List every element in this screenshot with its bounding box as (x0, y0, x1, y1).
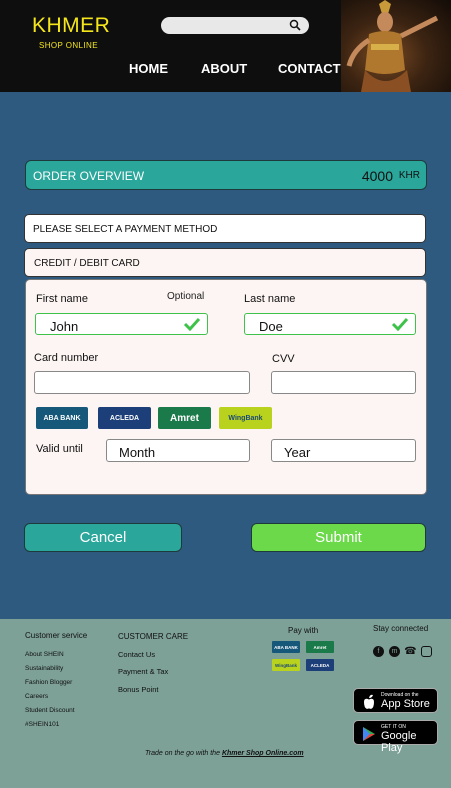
search-icon[interactable] (289, 19, 301, 31)
check-icon (183, 317, 201, 331)
nav-about[interactable]: ABOUT (201, 61, 247, 76)
amret-mini-logo: Amret (306, 641, 334, 653)
footer-tagline: Trade on the go with the Khmer Shop Onli… (145, 750, 304, 757)
instagram-icon[interactable] (421, 646, 432, 657)
google-play-badge[interactable]: GET IT ON Google Play (353, 720, 438, 754)
google-play-big-text: Google Play (381, 730, 417, 754)
order-overview: ORDER OVERVIEW 4000 KHR (25, 160, 427, 190)
footer-link[interactable]: Bonus Point (118, 685, 158, 694)
google-play-icon (363, 727, 375, 741)
cvv-field[interactable] (271, 371, 416, 394)
first-name-value: John (50, 319, 79, 334)
header: KHMER SHOP ONLINE HOME ABOUT CONTACT (0, 0, 451, 92)
aba-bank-mini-logo: ABA BANK (272, 641, 300, 653)
card-method-option[interactable]: CREDIT / DEBIT CARD (24, 248, 426, 277)
footer: Customer service About SHEIN Sustainabil… (0, 619, 451, 788)
viber-icon[interactable]: ☎ (404, 646, 416, 657)
footer-link[interactable]: About SHEIN (25, 651, 64, 658)
footer-link[interactable]: Fashion Blogger (25, 679, 72, 686)
wing-mini-logo: WingBank (272, 659, 300, 671)
month-select[interactable]: Month (106, 439, 250, 462)
amret-bank-logo[interactable]: Amret (158, 407, 211, 429)
cvv-label: CVV (272, 353, 295, 365)
last-name-value: Doe (259, 319, 283, 334)
check-icon (391, 317, 409, 331)
card-form: First name Optional Last name John Doe C… (25, 279, 427, 495)
logo-subtitle: SHOP ONLINE (39, 41, 98, 50)
search-input[interactable] (161, 17, 309, 34)
footer-link[interactable]: Sustainability (25, 665, 63, 672)
pay-with-heading: Pay with (288, 626, 319, 635)
logo-title[interactable]: KHMER (32, 14, 110, 38)
stay-connected-heading: Stay connected (373, 624, 429, 633)
apple-icon (364, 694, 374, 709)
tagline-brand-link[interactable]: Khmer Shop Online.com (222, 750, 304, 757)
footer-link[interactable]: Careers (25, 693, 48, 700)
first-name-label: First name (36, 293, 88, 305)
month-value: Month (119, 445, 156, 460)
facebook-icon[interactable]: f (373, 646, 384, 657)
payment-method-prompt: PLEASE SELECT A PAYMENT METHOD (33, 224, 218, 235)
wing-bank-logo[interactable]: WingBank (219, 407, 272, 429)
order-currency: KHR (398, 170, 420, 181)
messenger-icon[interactable]: m (389, 646, 400, 657)
app-store-badge[interactable]: Download on the App Store (353, 688, 438, 713)
acleda-mini-logo: ACLEDA (306, 659, 334, 671)
last-name-label: Last name (244, 293, 296, 305)
footer-link[interactable]: Payment & Tax (118, 667, 168, 676)
app-store-big-text: App Store (381, 698, 430, 710)
acleda-bank-logo[interactable]: ACLEDA (98, 407, 151, 429)
last-name-field[interactable]: Doe (244, 313, 416, 335)
order-overview-label: ORDER OVERVIEW (33, 169, 145, 183)
submit-button[interactable]: Submit (251, 523, 426, 552)
card-method-label: CREDIT / DEBIT CARD (34, 258, 140, 269)
apsara-dancer-image (341, 0, 451, 92)
first-name-field[interactable]: John (35, 313, 208, 335)
nav-home[interactable]: HOME (129, 61, 168, 76)
footer-link[interactable]: #SHEIN101 (25, 721, 59, 728)
footer-link[interactable]: Student Discount (25, 707, 75, 714)
customer-care-heading: CUSTOMER CARE (118, 632, 189, 641)
card-number-field[interactable] (34, 371, 250, 394)
aba-bank-logo[interactable]: ABA BANK (36, 407, 88, 429)
cancel-button[interactable]: Cancel (24, 523, 182, 552)
order-amount: 4000 (361, 168, 393, 184)
tagline-prefix: Trade on the go with the (145, 750, 220, 757)
footer-link[interactable]: Contact Us (118, 650, 155, 659)
customer-service-heading: Customer service (25, 631, 88, 640)
valid-until-label: Valid until (36, 443, 83, 455)
nav-contact[interactable]: CONTACT (278, 61, 341, 76)
payment-method-select[interactable]: PLEASE SELECT A PAYMENT METHOD (24, 214, 426, 243)
year-value: Year (284, 445, 311, 460)
year-select[interactable]: Year (271, 439, 416, 462)
card-number-label: Card number (34, 352, 99, 364)
optional-label: Optional (167, 291, 205, 302)
